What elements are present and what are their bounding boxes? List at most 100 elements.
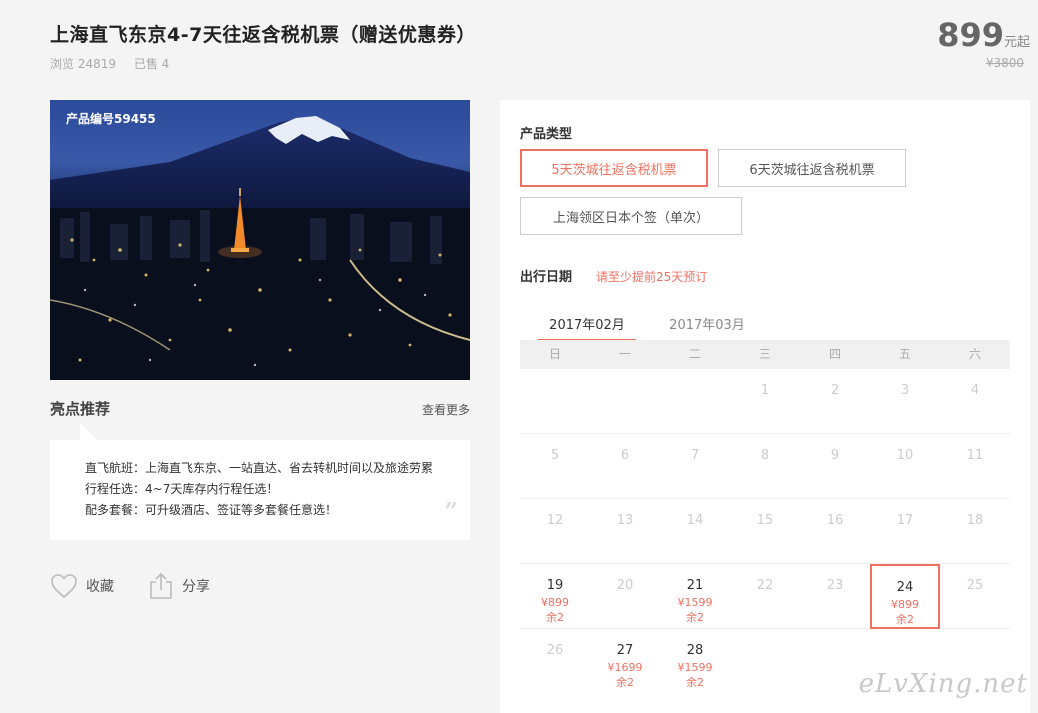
day-number: 19: [546, 578, 564, 593]
day-stock: 余2: [686, 676, 704, 689]
weekday-label: 二: [688, 347, 701, 361]
calendar-day: 6: [590, 434, 660, 499]
day-price: ¥899: [541, 596, 569, 609]
calendar-day: 23: [800, 564, 870, 629]
product-option-6day[interactable]: 6天茨城往返含税机票: [718, 149, 906, 187]
heart-icon: [51, 574, 77, 599]
day-number: 17: [896, 513, 914, 528]
tab-2017-02[interactable]: 2017年02月: [538, 314, 636, 342]
calendar-week-row: 12 13 14 15 16 17 18: [520, 499, 1010, 564]
watermark: eLvXing.net: [858, 669, 1028, 699]
product-code: 产品编号59455: [66, 112, 156, 126]
day-stock: 余2: [616, 676, 634, 689]
weekday-label: 一: [618, 347, 631, 361]
day-number: 1: [760, 383, 770, 398]
weekday-label: 四: [828, 347, 841, 361]
day-number: 13: [616, 513, 634, 528]
weekday-header: 日 一 二 三 四 五 六: [520, 340, 1010, 369]
calendar-day: 11: [940, 434, 1010, 499]
day-number: 28: [686, 643, 704, 658]
calendar-day: 3: [870, 369, 940, 434]
day-number: 16: [826, 513, 844, 528]
day-number: 2: [830, 383, 840, 398]
calendar-day: 17: [870, 499, 940, 564]
favorite-button[interactable]: 收藏: [50, 573, 114, 599]
travel-date-label: 出行日期: [520, 270, 573, 285]
share-icon: [150, 572, 172, 599]
calendar-day: 9: [800, 434, 870, 499]
weekday-label: 五: [898, 347, 911, 361]
day-number: 4: [970, 383, 980, 398]
price-block: 899元起 ¥3800: [937, 16, 1030, 70]
calendar-day-selected[interactable]: 24 ¥899 余2: [870, 564, 940, 629]
day-price: ¥1699: [607, 661, 643, 674]
calendar-day: 2: [800, 369, 870, 434]
day-number: 14: [686, 513, 704, 528]
booking-panel: 产品类型 5天茨城往返含税机票 6天茨城往返含税机票 上海领区日本个签（单次） …: [500, 100, 1030, 713]
weekday-label: 日: [548, 347, 561, 361]
tab-2017-03[interactable]: 2017年03月: [658, 314, 756, 333]
calendar-day-available[interactable]: 28 ¥1599 余2: [660, 629, 730, 694]
view-more-link[interactable]: 查看更多: [422, 401, 470, 418]
tokyo-night-fuji-illustration: [50, 116, 470, 380]
day-price: ¥1599: [677, 661, 713, 674]
day-number: 6: [620, 448, 630, 463]
product-option-5day[interactable]: 5天茨城往返含税机票: [520, 149, 708, 187]
product-image: 产品编号59455: [50, 100, 470, 380]
calendar-day: 7: [660, 434, 730, 499]
page-title: 上海直飞东京4-7天往返含税机票（赠送优惠券）: [50, 24, 476, 46]
day-number: 9: [830, 448, 840, 463]
calendar-day: 1: [730, 369, 800, 434]
day-number: 24: [896, 580, 914, 595]
day-number: 23: [826, 578, 844, 593]
calendar-day-available[interactable]: 21 ¥1599 余2: [660, 564, 730, 629]
calendar-day: 10: [870, 434, 940, 499]
product-option-visa[interactable]: 上海领区日本个签（单次）: [520, 197, 742, 235]
calendar-day: 25: [940, 564, 1010, 629]
weekday-label: 六: [968, 347, 981, 361]
day-stock: 余2: [686, 611, 704, 624]
day-price: ¥1599: [677, 596, 713, 609]
calendar-day: 14: [660, 499, 730, 564]
calendar-day-available[interactable]: 19 ¥899 余2: [520, 564, 590, 629]
day-number: 20: [616, 578, 634, 593]
share-label: 分享: [182, 579, 210, 595]
booking-note: 请至少提前25天预订: [596, 270, 708, 284]
share-button[interactable]: 分享: [148, 572, 210, 600]
day-number: 3: [900, 383, 910, 398]
day-number: 7: [690, 448, 700, 463]
day-price: ¥899: [891, 598, 919, 611]
day-number: 5: [550, 448, 560, 463]
product-type-label: 产品类型: [520, 127, 573, 142]
calendar-day: 18: [940, 499, 1010, 564]
calendar-grid: 1 2 3 4 5 6 7 8 9 10 11 12 13 14 15 16 17 18 19 ¥899 余2 20 21 ¥…: [520, 369, 1010, 694]
original-price: ¥3800: [985, 56, 1024, 70]
day-number: 25: [966, 578, 984, 593]
highlight-line: 直飞航班：上海直飞东京、一站直达、省去转机时间以及旅途劳累: [85, 461, 434, 475]
calendar-day: 20: [590, 564, 660, 629]
day-number: 11: [966, 448, 984, 463]
view-count: 浏览 24819: [50, 57, 116, 71]
day-number: 10: [896, 448, 914, 463]
day-number: 21: [686, 578, 704, 593]
calendar-day: 22: [730, 564, 800, 629]
day-number: 15: [756, 513, 774, 528]
day-stock: 余2: [896, 613, 914, 626]
calendar-week-row: 19 ¥899 余2 20 21 ¥1599 余2 22 23 24 ¥899 余2 25: [520, 564, 1010, 629]
calendar-week-row: 5 6 7 8 9 10 11: [520, 434, 1010, 499]
price-unit: 元起: [1003, 35, 1030, 50]
calendar-day: 16: [800, 499, 870, 564]
day-number: 18: [966, 513, 984, 528]
calendar-day: 26: [520, 629, 590, 694]
calendar-day: 8: [730, 434, 800, 499]
calendar-day: 13: [590, 499, 660, 564]
quote-icon: ”: [444, 497, 458, 526]
calendar-day: 15: [730, 499, 800, 564]
highlight-line: 行程任选：4~7天库存内行程任选！: [85, 482, 279, 496]
highlights-box: 直飞航班：上海直飞东京、一站直达、省去转机时间以及旅途劳累 行程任选：4~7天库…: [50, 423, 470, 540]
day-number: 12: [546, 513, 564, 528]
calendar-day-available[interactable]: 27 ¥1699 余2: [590, 629, 660, 694]
calendar-day: 5: [520, 434, 590, 499]
highlights-title: 亮点推荐: [50, 400, 111, 418]
sold-count: 已售 4: [133, 57, 170, 71]
